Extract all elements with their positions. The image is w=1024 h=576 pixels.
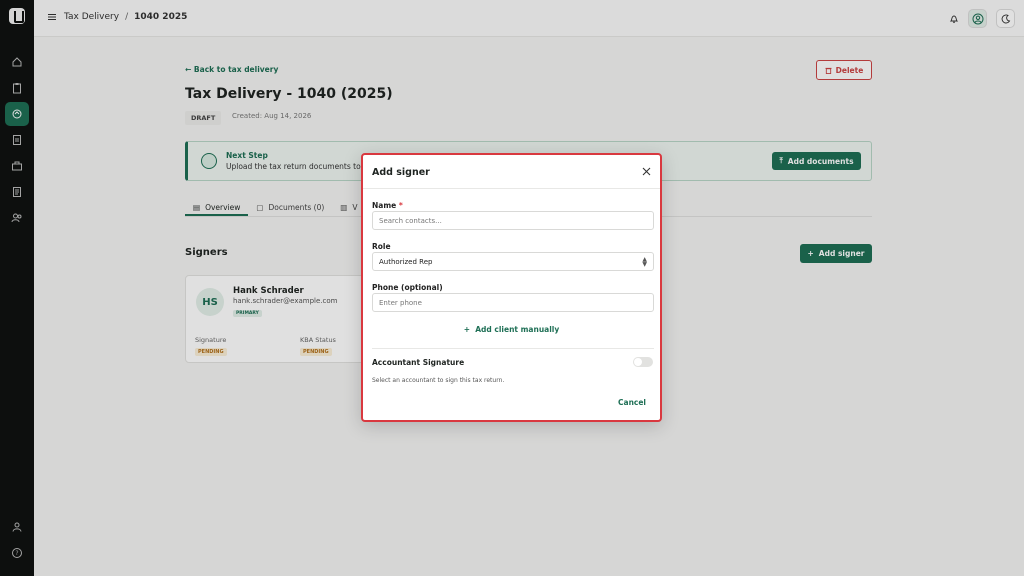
close-icon[interactable] bbox=[642, 167, 651, 176]
phone-input[interactable] bbox=[372, 293, 654, 312]
accountant-signature-toggle[interactable] bbox=[633, 357, 653, 367]
divider bbox=[372, 348, 654, 349]
chevron-updown-icon: ▲ ▼ bbox=[642, 256, 647, 268]
accountant-signature-label: Accountant Signature bbox=[372, 358, 465, 367]
role-value: Authorized Rep bbox=[379, 258, 433, 266]
add-client-manually-link[interactable]: + Add client manually bbox=[363, 325, 660, 334]
accountant-signature-description: Select an accountant to sign this tax re… bbox=[372, 377, 505, 384]
phone-label: Phone (optional) bbox=[372, 283, 443, 292]
required-marker: * bbox=[398, 201, 403, 210]
modal-title: Add signer bbox=[372, 167, 430, 178]
plus-icon: + bbox=[463, 325, 471, 334]
name-search-input[interactable] bbox=[372, 211, 654, 230]
cancel-button[interactable]: Cancel bbox=[618, 398, 646, 407]
add-signer-modal: Add signer Name * Role Authorized Rep ▲▼… bbox=[361, 153, 662, 422]
name-label-text: Name bbox=[372, 201, 397, 210]
role-select[interactable]: Authorized Rep ▲ ▼ bbox=[372, 252, 654, 271]
name-label: Name * bbox=[372, 201, 403, 210]
modal-header: Add signer bbox=[363, 155, 660, 189]
role-label: Role bbox=[372, 242, 391, 251]
add-client-manually-label: Add client manually bbox=[475, 325, 560, 334]
